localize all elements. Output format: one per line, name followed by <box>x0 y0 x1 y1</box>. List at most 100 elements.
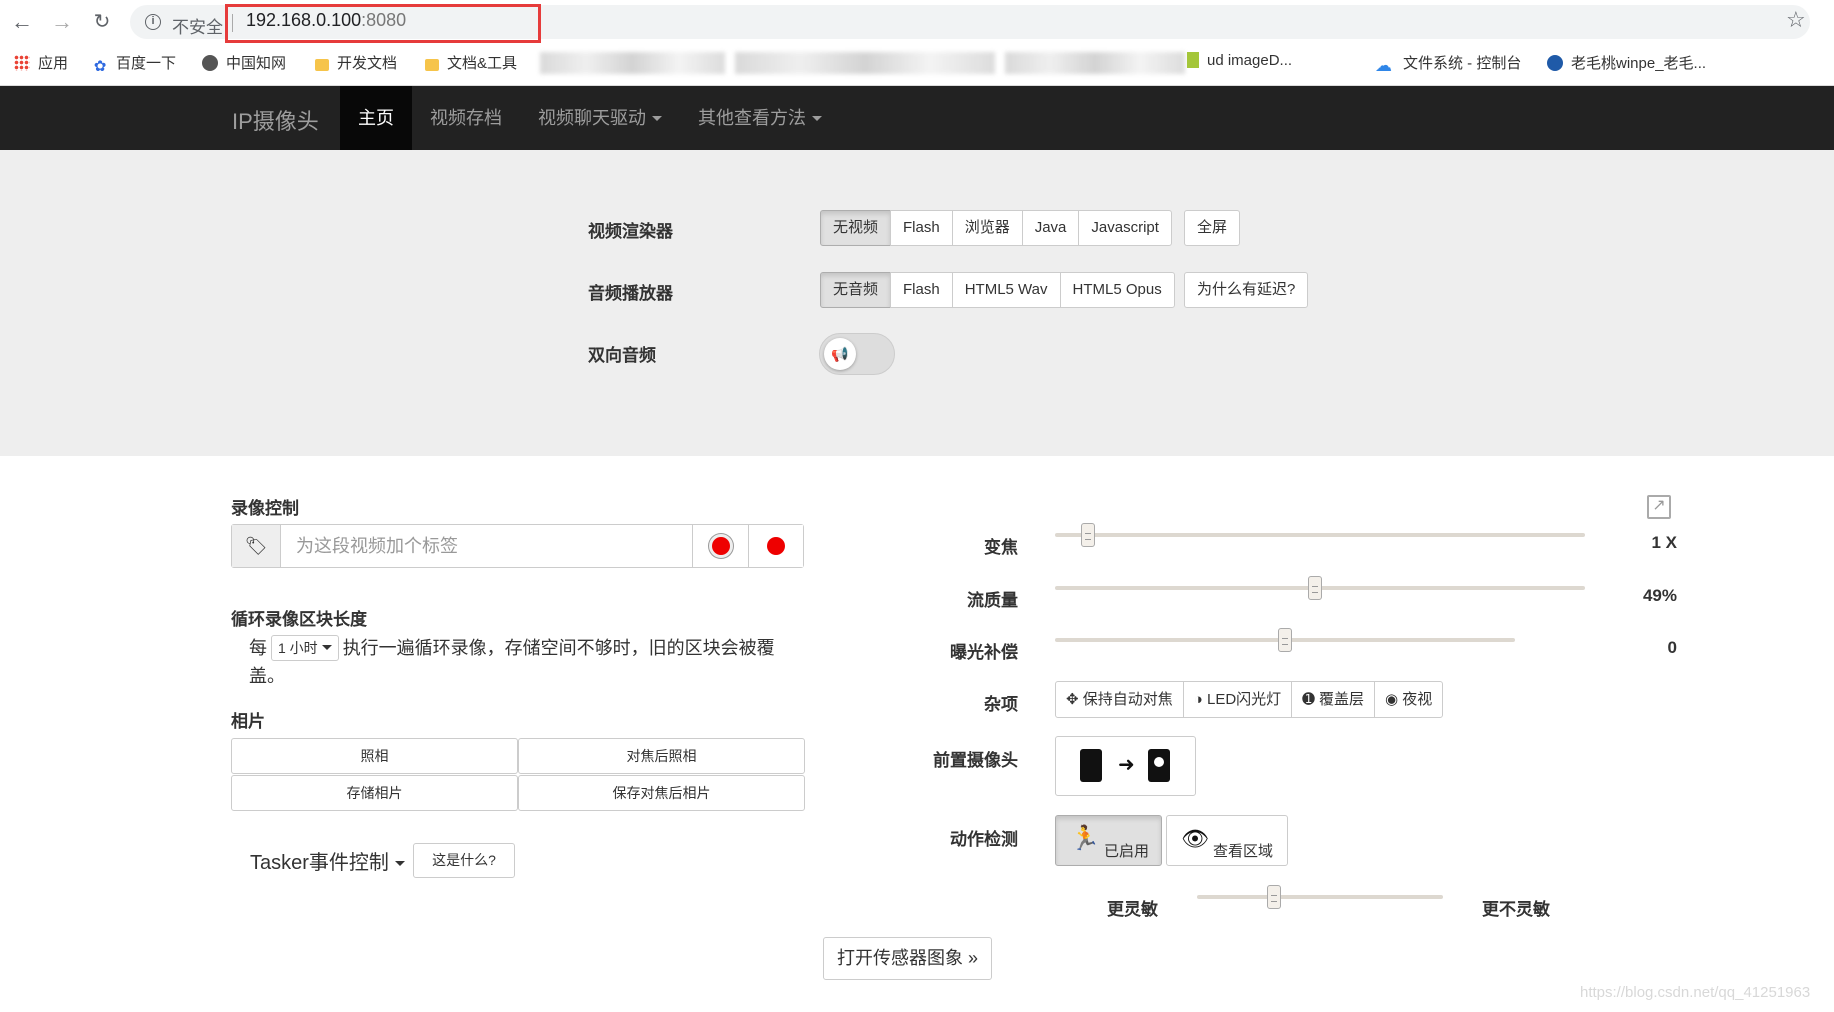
video-option-flash[interactable]: Flash <box>890 210 953 246</box>
zoom-value: 1 X <box>1651 533 1677 552</box>
reload-icon[interactable]: ↻ <box>88 8 116 36</box>
tag-icon: 🏷 <box>232 525 281 567</box>
bookmark-apps[interactable]: 应用 <box>14 52 68 73</box>
record-button[interactable] <box>748 525 803 567</box>
audio-option-html5-opus[interactable]: HTML5 Opus <box>1059 272 1175 308</box>
audio-option-html5-wav[interactable]: HTML5 Wav <box>951 272 1061 308</box>
bookmark-baidu[interactable]: ✿ 百度一下 <box>92 52 176 75</box>
back-icon[interactable]: ← <box>8 8 36 36</box>
focus-photo-button[interactable]: 对焦后照相 <box>518 738 805 774</box>
misc-button-group: ✥ 保持自动对焦 ◑ LED闪光灯 ➊ 覆盖层 ◉ 夜视 <box>1055 681 1444 718</box>
green-square-icon <box>1187 52 1199 68</box>
back-camera-icon <box>1080 749 1102 782</box>
running-person-icon: 🏃 <box>1070 825 1100 852</box>
button-label: 夜视 <box>1402 691 1433 708</box>
video-tag-input[interactable] <box>282 525 692 567</box>
button-label: 已启用 <box>1104 843 1150 860</box>
audio-option-none[interactable]: 无音频 <box>820 272 892 308</box>
bookmark-imaged[interactable]: ud imageD... <box>1187 52 1293 69</box>
url-host: 192.168.0.100 <box>246 10 362 30</box>
exposure-slider-handle[interactable] <box>1278 628 1292 652</box>
folder-icon <box>425 59 439 71</box>
bookmark-file-system[interactable]: ☁ 文件系统 - 控制台 <box>1375 52 1521 74</box>
bookmark-label: 老毛桃winpe_老毛... <box>1571 55 1707 72</box>
record-toggle-button[interactable] <box>692 525 748 567</box>
peach-icon <box>1547 55 1563 71</box>
apps-grid-icon <box>14 55 30 71</box>
audio-option-flash[interactable]: Flash <box>890 272 953 308</box>
save-photo-button[interactable]: 存储相片 <box>231 775 518 811</box>
browser-chrome: ← → ↻ i 不安全 192.168.0.100:8080 ☆ 应用 ✿ 百度一… <box>0 0 1834 86</box>
record-ring-icon <box>708 534 733 558</box>
video-option-browser[interactable]: 浏览器 <box>951 210 1023 246</box>
security-label[interactable]: 不安全 <box>172 13 223 38</box>
nav-other-viewing[interactable]: 其他查看方法 <box>680 86 840 150</box>
sensitivity-slider[interactable] <box>1197 895 1443 899</box>
nav-video-chat-driver[interactable]: 视频聊天驱动 <box>520 86 680 150</box>
loop-title: 循环录像区块长度 <box>231 610 367 629</box>
exposure-label: 曝光补偿 <box>950 643 1018 662</box>
keep-autofocus-button[interactable]: ✥ 保持自动对焦 <box>1055 681 1184 718</box>
nav-home[interactable]: 主页 <box>340 86 412 150</box>
eye-icon: ◉ <box>1384 691 1403 708</box>
app-navbar: IP摄像头 主页 视频存档 视频聊天驱动 其他查看方法 <box>0 86 1834 150</box>
bookmark-docs-tools[interactable]: 文档&工具 <box>425 52 517 73</box>
led-flash-button[interactable]: ◑ LED闪光灯 <box>1182 681 1293 718</box>
recording-control-group: 🏷 <box>231 524 804 568</box>
save-focus-photo-button[interactable]: 保存对焦后相片 <box>518 775 805 811</box>
button-label: 覆盖层 <box>1318 691 1364 708</box>
page: ← → ↻ i 不安全 192.168.0.100:8080 ☆ 应用 ✿ 百度一… <box>0 0 1834 1012</box>
blurred-bookmarks <box>735 52 995 74</box>
external-link-icon[interactable]: ↗ <box>1647 495 1671 519</box>
contrast-icon: ◑ <box>1193 691 1207 708</box>
zoom-slider-handle[interactable] <box>1080 523 1095 547</box>
bookmark-star-icon[interactable]: ☆ <box>1786 7 1806 33</box>
night-vision-button[interactable]: ◉ 夜视 <box>1373 681 1444 718</box>
nav-label: 视频存档 <box>430 108 502 128</box>
folder-icon <box>315 59 329 71</box>
bookmark-label: 文件系统 - 控制台 <box>1403 55 1522 72</box>
overlay-button[interactable]: ➊ 覆盖层 <box>1291 681 1375 718</box>
more-sensitive-label: 更灵敏 <box>1107 900 1158 919</box>
view-area-button[interactable]: 👁 查看区域 <box>1166 815 1288 866</box>
two-way-audio-label: 双向音频 <box>588 346 656 365</box>
misc-label: 杂项 <box>984 695 1018 714</box>
info-icon[interactable]: i <box>145 14 161 30</box>
quality-slider-handle[interactable] <box>1307 576 1322 600</box>
video-option-javascript[interactable]: Javascript <box>1078 210 1172 246</box>
bookmark-dev-docs[interactable]: 开发文档 <box>315 52 397 73</box>
watermark: https://blog.csdn.net/qq_41251963 <box>1580 984 1811 1001</box>
video-renderer-group: 无视频 Flash 浏览器 Java Javascript <box>820 210 1172 246</box>
bookmark-laomaotao[interactable]: 老毛桃winpe_老毛... <box>1547 52 1706 73</box>
motion-enabled-button[interactable]: 🏃 已启用 <box>1055 815 1162 866</box>
eye-icon: 👁 <box>1181 826 1209 851</box>
open-sensor-graph-button[interactable]: 打开传感器图象 » <box>823 937 992 980</box>
caret-down-icon <box>394 861 405 866</box>
forward-icon[interactable]: → <box>48 8 76 36</box>
sensitivity-slider-handle[interactable] <box>1266 885 1281 909</box>
bookmark-label: 文档&工具 <box>447 55 518 72</box>
baidu-paw-icon: ✿ <box>93 58 107 75</box>
switch-camera-button[interactable]: ➜ <box>1055 736 1196 796</box>
nav-video-archive[interactable]: 视频存档 <box>412 86 520 150</box>
video-option-none[interactable]: 无视频 <box>820 210 892 246</box>
loop-length-select[interactable]: 1 小时 <box>271 635 339 661</box>
tasker-dropdown[interactable]: Tasker事件控制 <box>250 846 405 875</box>
zoom-slider[interactable] <box>1055 533 1585 537</box>
take-photo-button[interactable]: 照相 <box>231 738 518 774</box>
bookmark-cnki[interactable]: 中国知网 <box>202 52 286 73</box>
caret-down-icon <box>812 116 822 121</box>
nav-label: 主页 <box>358 108 394 128</box>
brand-title[interactable]: IP摄像头 <box>232 104 319 136</box>
quality-value: 49% <box>1642 586 1677 605</box>
exposure-value: 0 <box>1667 638 1677 657</box>
two-way-audio-toggle[interactable]: 📢 <box>819 333 895 375</box>
video-option-java[interactable]: Java <box>1021 210 1080 246</box>
why-delay-button[interactable]: 为什么有延迟? <box>1184 272 1309 308</box>
fullscreen-button[interactable]: 全屏 <box>1184 210 1241 246</box>
bookmark-label: 百度一下 <box>116 55 177 72</box>
whats-this-button[interactable]: 这是什么? <box>413 843 515 878</box>
arrow-right-icon: ➜ <box>1118 754 1135 776</box>
url-text[interactable]: 192.168.0.100:8080 <box>246 10 406 31</box>
bookmark-label: ud imageD... <box>1207 52 1293 69</box>
